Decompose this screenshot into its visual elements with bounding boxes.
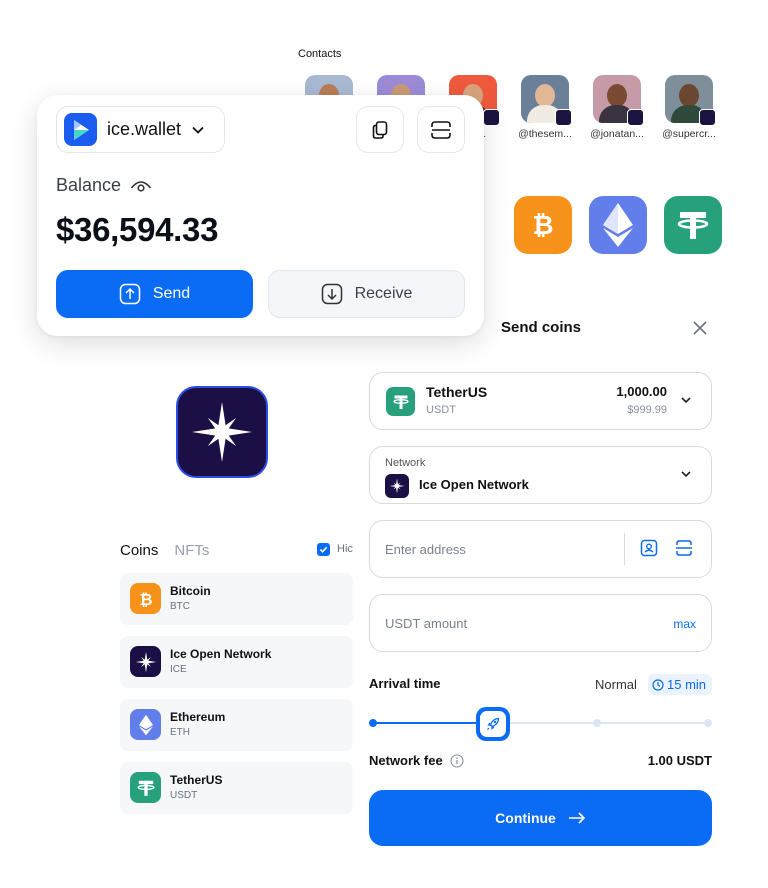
contact-avatar[interactable] xyxy=(593,75,644,126)
wallet-switcher[interactable]: ice.wallet xyxy=(56,106,225,153)
arrival-time-badge: 15 min xyxy=(648,674,713,695)
ethereum-icon xyxy=(130,709,161,740)
copy-icon xyxy=(370,120,390,140)
token-name: TetherUS xyxy=(426,384,488,400)
slider-step[interactable] xyxy=(593,719,601,727)
token-amount: 1,000.00 xyxy=(616,384,667,399)
coin-symbol: ICE xyxy=(170,664,187,675)
contact-book-icon[interactable] xyxy=(640,539,658,562)
bitcoin-icon: ₿ xyxy=(514,196,572,254)
coin-name: Ethereum xyxy=(170,710,226,724)
network-fee-label-row: Network fee xyxy=(369,753,464,768)
chevron-down-icon xyxy=(679,393,693,412)
send-coins-title: Send coins xyxy=(501,319,582,336)
ice-icon xyxy=(130,646,161,677)
scan-icon xyxy=(430,120,452,140)
tab-coins[interactable]: Coins xyxy=(120,542,158,559)
coin-name: Bitcoin xyxy=(170,584,211,598)
coin-row-bitcoin[interactable]: ₿ Bitcoin BTC xyxy=(120,573,353,625)
coin-symbol: BTC xyxy=(170,601,190,612)
coin-symbol: ETH xyxy=(170,727,190,738)
hide-label: Hic xyxy=(337,543,353,555)
rocket-icon xyxy=(485,716,501,732)
clock-icon xyxy=(652,678,664,691)
chevron-down-icon xyxy=(191,123,205,137)
coin-row-ethereum[interactable]: Ethereum ETH xyxy=(120,699,353,751)
contacts-label: Contacts xyxy=(298,48,342,60)
balance-value: $36,594.33 xyxy=(56,211,219,248)
balance-label-row: Balance xyxy=(56,175,152,196)
coin-row-tether[interactable]: TetherUS USDT xyxy=(120,762,353,814)
ice-badge-icon xyxy=(627,109,644,126)
tether-icon xyxy=(386,387,415,416)
ice-badge-icon xyxy=(483,109,500,126)
network-select[interactable]: Network Ice Open Network xyxy=(369,446,712,504)
address-input[interactable]: Enter address xyxy=(369,520,712,578)
send-button[interactable]: Send xyxy=(56,270,253,318)
copy-button[interactable] xyxy=(356,106,404,153)
amount-input[interactable]: USDT amount max xyxy=(369,594,712,652)
contact-avatar[interactable] xyxy=(665,75,716,126)
ice-badge-icon xyxy=(699,109,716,126)
coin-name: Ice Open Network xyxy=(170,647,272,661)
coin-row-ice[interactable]: Ice Open Network ICE xyxy=(120,636,353,688)
max-button[interactable]: max xyxy=(673,617,696,631)
wallet-card: ice.wallet Balance $36,594.33 Send Recei… xyxy=(37,95,484,336)
receive-label: Receive xyxy=(354,285,413,302)
slider-step[interactable] xyxy=(704,719,712,727)
amount-placeholder: USDT amount xyxy=(385,616,468,631)
continue-button[interactable]: Continue xyxy=(369,790,712,846)
tab-nfts[interactable]: NFTs xyxy=(174,542,209,559)
token-usd-value: $999.99 xyxy=(627,404,667,416)
coin-name: TetherUS xyxy=(170,773,223,787)
arrival-time-label: Arrival time xyxy=(369,676,441,691)
contact-name: @thesem... xyxy=(518,128,572,140)
tether-icon xyxy=(130,772,161,803)
arrival-time-value: 15 min xyxy=(667,677,707,692)
coin-symbol: USDT xyxy=(170,790,198,801)
info-icon[interactable] xyxy=(450,753,464,768)
ice-wallet-logo-icon xyxy=(64,113,97,146)
speed-slider-fill xyxy=(373,722,484,724)
scan-icon[interactable] xyxy=(675,539,693,562)
svg-text:₿: ₿ xyxy=(532,211,553,241)
token-select[interactable]: TetherUS USDT 1,000.00 $999.99 xyxy=(369,372,712,430)
network-fee-label: Network fee xyxy=(369,753,443,768)
receive-button[interactable]: Receive xyxy=(268,270,465,318)
network-name: Ice Open Network xyxy=(419,477,529,492)
tether-icon xyxy=(664,196,722,254)
contact-avatar[interactable] xyxy=(521,75,572,126)
eye-icon[interactable] xyxy=(130,178,152,194)
contact-name: @supercr... xyxy=(662,128,716,140)
chevron-down-icon xyxy=(679,467,693,486)
close-icon[interactable] xyxy=(691,319,709,342)
network-fee-value: 1.00 USDT xyxy=(647,753,712,768)
speed-slider-thumb[interactable] xyxy=(476,707,510,741)
ice-icon xyxy=(385,474,409,498)
arrow-right-icon xyxy=(568,811,586,825)
download-arrow-icon xyxy=(321,283,343,305)
ethereum-icon xyxy=(589,196,647,254)
address-placeholder: Enter address xyxy=(385,542,466,557)
hide-checkbox[interactable] xyxy=(317,543,330,556)
continue-label: Continue xyxy=(495,810,556,826)
divider xyxy=(624,533,625,565)
ice-network-logo-icon xyxy=(176,386,268,478)
contact-name: @jonatan... xyxy=(590,128,644,140)
wallet-name: ice.wallet xyxy=(107,119,182,139)
balance-label: Balance xyxy=(56,175,122,195)
arrival-speed: Normal xyxy=(595,677,637,692)
network-label: Network xyxy=(385,457,426,469)
scan-button[interactable] xyxy=(417,106,465,153)
bitcoin-icon: ₿ xyxy=(130,583,161,614)
ice-badge-icon xyxy=(555,109,572,126)
svg-text:₿: ₿ xyxy=(139,590,152,609)
slider-step[interactable] xyxy=(369,719,377,727)
send-label: Send xyxy=(152,285,191,302)
token-symbol: USDT xyxy=(426,404,456,416)
upload-arrow-icon xyxy=(119,283,141,305)
